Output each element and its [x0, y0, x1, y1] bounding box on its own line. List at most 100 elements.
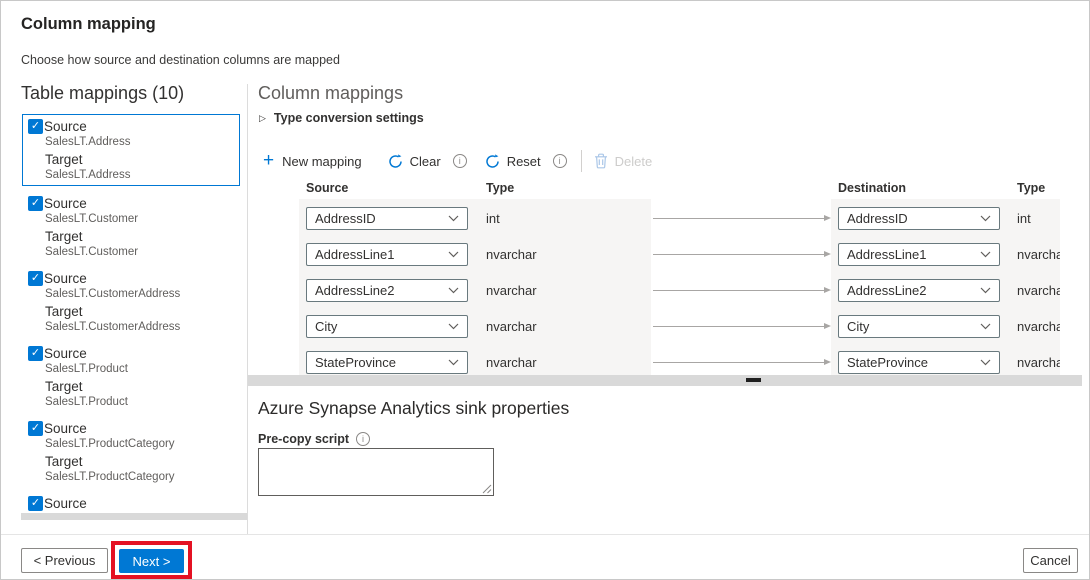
destination-column-dropdown[interactable]: AddressLine1	[838, 243, 1000, 266]
table-mapping-item-address[interactable]: ✓ Source SalesLT.Address Target SalesLT.…	[22, 114, 240, 186]
target-label: Target	[28, 303, 240, 320]
plus-icon: +	[263, 152, 274, 170]
scrollbar-thumb[interactable]	[746, 378, 761, 382]
new-mapping-button[interactable]: + New mapping	[263, 152, 362, 170]
table-mapping-item-product[interactable]: ✓ Source SalesLT.Product Target SalesLT.…	[22, 341, 240, 410]
table-mappings-heading: Table mappings (10)	[21, 83, 184, 104]
checkbox-checked-icon[interactable]: ✓	[28, 196, 43, 211]
checkbox-checked-icon[interactable]: ✓	[28, 421, 43, 436]
precopy-script-input[interactable]	[258, 448, 494, 496]
chevron-down-icon	[980, 215, 991, 222]
sidebar-divider	[247, 84, 248, 534]
source-column-dropdown[interactable]: StateProvince	[306, 351, 468, 374]
mapping-arrow-icon	[653, 218, 824, 219]
target-label: Target	[28, 228, 240, 245]
chevron-down-icon	[980, 359, 991, 366]
target-label: Target	[28, 378, 240, 395]
source-table-name: SalesLT.Customer	[28, 212, 240, 227]
chevron-down-icon	[448, 251, 459, 258]
clear-button[interactable]: Clear i	[388, 154, 467, 169]
source-column-dropdown[interactable]: AddressID	[306, 207, 468, 230]
checkbox-checked-icon[interactable]: ✓	[28, 496, 43, 511]
chevron-down-icon	[448, 215, 459, 222]
target-table-name: SalesLT.Customer	[28, 245, 240, 260]
mapping-arrow-icon	[653, 326, 824, 327]
cancel-button[interactable]: Cancel	[1023, 548, 1078, 573]
page-title: Column mapping	[21, 15, 156, 34]
destination-type-value: int	[1017, 211, 1060, 226]
sidebar-horizontal-scrollbar[interactable]	[21, 513, 247, 520]
mapping-arrow-icon	[653, 290, 824, 291]
type-conversion-settings-label: Type conversion settings	[274, 111, 424, 125]
table-mapping-item-productcategory[interactable]: ✓ Source SalesLT.ProductCategory Target …	[22, 416, 240, 485]
chevron-down-icon	[448, 287, 459, 294]
checkbox-checked-icon[interactable]: ✓	[28, 271, 43, 286]
table-mapping-item-truncated[interactable]: ✓ Source	[22, 491, 240, 512]
source-label: Source	[44, 346, 87, 361]
checkbox-checked-icon[interactable]: ✓	[28, 346, 43, 361]
chevron-down-icon	[980, 323, 991, 330]
source-column-dropdown[interactable]: AddressLine2	[306, 279, 468, 302]
source-column-header: Source	[306, 181, 348, 195]
source-column-dropdown[interactable]: City	[306, 315, 468, 338]
source-label: Source	[44, 119, 87, 134]
target-table-name: SalesLT.ProductCategory	[28, 470, 240, 485]
mapping-horizontal-scrollbar[interactable]	[248, 375, 1082, 386]
destination-column-header: Destination	[838, 181, 906, 195]
info-icon[interactable]: i	[453, 154, 467, 168]
chevron-down-icon	[448, 359, 459, 366]
info-icon[interactable]: i	[553, 154, 567, 168]
previous-button[interactable]: < Previous	[21, 548, 108, 573]
table-mapping-item-customeraddress[interactable]: ✓ Source SalesLT.CustomerAddress Target …	[22, 266, 240, 335]
source-table-name: SalesLT.CustomerAddress	[28, 287, 240, 302]
chevron-down-icon	[980, 287, 991, 294]
source-type-value: nvarchar	[486, 355, 537, 370]
source-type-value: int	[486, 211, 500, 226]
refresh-icon	[388, 154, 403, 169]
checkbox-checked-icon[interactable]: ✓	[28, 119, 43, 134]
source-label: Source	[44, 196, 87, 211]
target-label: Target	[28, 453, 240, 470]
destination-type-column-header: Type	[1017, 181, 1045, 195]
resize-grip-icon[interactable]	[482, 484, 492, 494]
target-table-name: SalesLT.Product	[28, 395, 240, 410]
type-conversion-settings-expander[interactable]: ▷ Type conversion settings	[259, 111, 424, 125]
target-table-name: SalesLT.CustomerAddress	[28, 320, 240, 335]
column-mappings-heading: Column mappings	[258, 83, 403, 104]
chevron-down-icon	[980, 251, 991, 258]
trash-icon	[594, 153, 608, 169]
precopy-script-label: Pre-copy script	[258, 432, 349, 446]
next-button[interactable]: Next >	[119, 549, 184, 573]
destination-column-dropdown[interactable]: City	[838, 315, 1000, 338]
info-icon[interactable]: i	[356, 432, 370, 446]
column-mapping-dialog: Column mapping Choose how source and des…	[0, 0, 1090, 580]
target-label: Target	[28, 151, 239, 168]
precopy-script-label-row: Pre-copy script i	[258, 432, 370, 446]
sink-properties-heading: Azure Synapse Analytics sink properties	[258, 398, 569, 419]
destination-type-value: nvarchar	[1017, 283, 1060, 298]
source-type-value: nvarchar	[486, 319, 537, 334]
source-type-value: nvarchar	[486, 283, 537, 298]
destination-column-dropdown[interactable]: StateProvince	[838, 351, 1000, 374]
delete-button[interactable]: Delete	[594, 153, 653, 169]
refresh-icon	[485, 154, 500, 169]
reset-button[interactable]: Reset i	[485, 154, 567, 169]
toolbar-divider	[581, 150, 582, 172]
mapping-arrow-icon	[653, 362, 824, 363]
source-label: Source	[44, 496, 87, 511]
destination-column-dropdown[interactable]: AddressID	[838, 207, 1000, 230]
destination-type-value: nvarchar	[1017, 247, 1060, 262]
source-table-name: SalesLT.Address	[28, 135, 239, 150]
table-mapping-item-customer[interactable]: ✓ Source SalesLT.Customer Target SalesLT…	[22, 191, 240, 260]
source-table-name: SalesLT.ProductCategory	[28, 437, 240, 452]
table-mappings-list: ✓ Source SalesLT.Address Target SalesLT.…	[1, 114, 247, 512]
source-column-dropdown[interactable]: AddressLine1	[306, 243, 468, 266]
destination-column-dropdown[interactable]: AddressLine2	[838, 279, 1000, 302]
page-subtitle: Choose how source and destination column…	[21, 53, 340, 67]
source-table-name: SalesLT.Product	[28, 362, 240, 377]
mapping-toolbar: + New mapping Clear i Reset i	[263, 148, 652, 174]
chevron-right-icon: ▷	[259, 113, 266, 124]
source-type-column-header: Type	[486, 181, 514, 195]
source-label: Source	[44, 271, 87, 286]
target-table-name: SalesLT.Address	[28, 168, 239, 183]
